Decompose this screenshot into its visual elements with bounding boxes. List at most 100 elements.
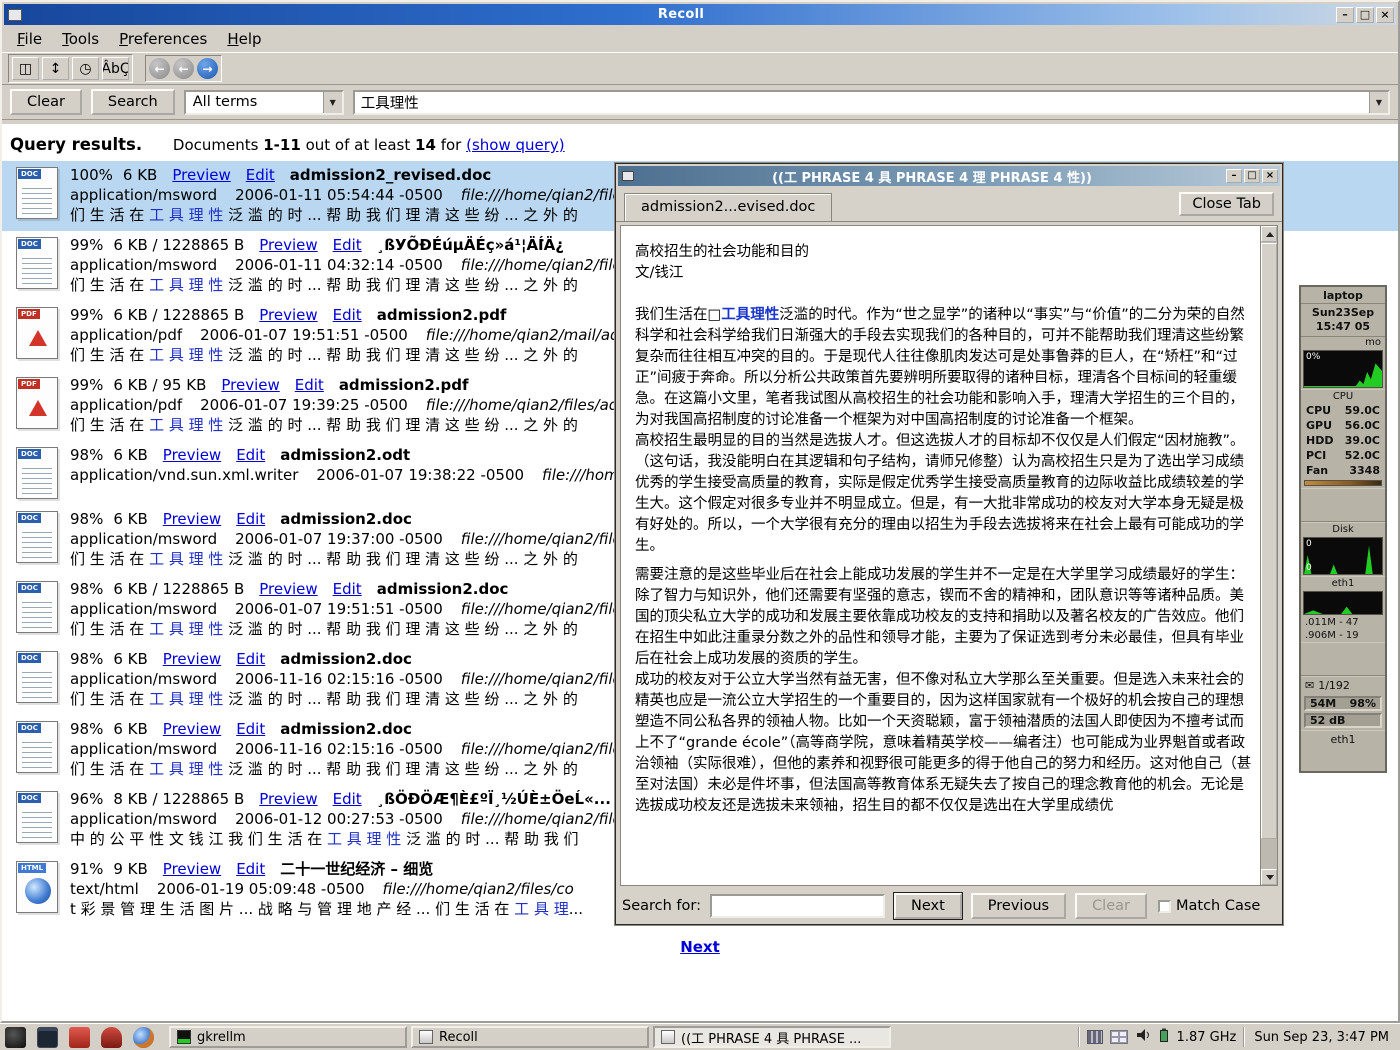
result-filename: admission2.doc [280,650,412,668]
edit-link[interactable]: Edit [236,650,265,668]
keyboard-applet-icon[interactable] [1087,1030,1103,1044]
snippet-highlight: 工 具 理 性 [149,620,223,638]
toolbar: ◫↕◷ÂbÇ ←←→ [2,52,1398,85]
edit-link[interactable]: Edit [333,236,362,254]
result-relevance: 99% [70,306,103,324]
toolbar-button[interactable]: ↕ [42,57,69,80]
toolbar-button[interactable]: ◷ [72,57,99,80]
chevron-down-icon[interactable]: ▼ [323,92,342,113]
launcher-icon[interactable] [5,1027,26,1048]
edit-link[interactable]: Edit [236,510,265,528]
preview-link[interactable]: Preview [163,510,221,528]
edit-link[interactable]: Edit [333,790,362,808]
minimize-icon[interactable]: – [1226,169,1242,183]
preview-link[interactable]: Preview [163,446,221,464]
volume-icon[interactable] [1135,1027,1151,1047]
clear-button[interactable]: Clear [10,89,82,115]
result-filename: admission2_revised.doc [290,166,492,184]
preview-document: 高校招生的社会功能和目的文/钱江我们生活在□工具理性泛滥的时代。作为“世之显学”… [620,225,1278,886]
preview-link[interactable]: Preview [259,236,317,254]
preview-link[interactable]: Preview [163,650,221,668]
launcher-icon[interactable] [69,1027,90,1048]
result-filename: admission2.odt [280,446,410,464]
window-menu-icon[interactable] [8,9,22,21]
scroll-down-icon[interactable] [1261,869,1277,885]
result-size: 6 KB [113,510,147,528]
search-mode-select[interactable]: All terms ▼ [184,90,344,115]
task-button[interactable]: Recoll [411,1026,649,1048]
search-input[interactable] [355,92,1369,113]
scrollbar-thumb[interactable] [1261,243,1277,839]
task-button[interactable]: ((工 PHRASE 4 具 PHRASE ... [653,1026,891,1048]
menu-item[interactable]: Preferences [110,27,216,51]
find-next-button[interactable]: Next [894,893,962,919]
show-query-link[interactable]: (show query) [466,136,565,154]
preview-link[interactable]: Preview [163,720,221,738]
file-type-icon [16,511,58,563]
preview-link[interactable]: Preview [163,860,221,878]
preview-titlebar[interactable]: ((工 PHRASE 4 具 PHRASE 4 理 PHRASE 4 性)) –… [618,166,1280,186]
preview-paragraph: 高校招生最明显的目的当然是选拔人才。但这选拔人才的目标却不仅仅是人们假定“因材施… [635,431,1252,557]
search-button[interactable]: Search [91,89,175,115]
result-size: 6 KB / 1228865 B [113,306,244,324]
result-mimetype: application/msword [70,186,217,204]
page-nav-icon[interactable]: ← [149,58,170,79]
page-nav-icon[interactable]: ← [173,58,194,79]
match-case-checkbox[interactable] [1158,900,1171,913]
launcher-icon[interactable] [133,1027,154,1048]
preview-text[interactable]: 高校招生的社会功能和目的文/钱江我们生活在□工具理性泛滥的时代。作为“世之显学”… [621,226,1260,885]
edit-link[interactable]: Edit [333,306,362,324]
match-case-label: Match Case [1176,898,1260,914]
pager-icon[interactable] [1110,1030,1128,1044]
edit-link[interactable]: Edit [333,580,362,598]
preview-tabbar: admission2...evised.doc Close Tab [616,188,1282,222]
edit-link[interactable]: Edit [236,446,265,464]
result-date: 2006-01-11 05:54:44 -0500 [235,186,443,204]
result-mimetype: application/msword [70,740,217,758]
scroll-up-icon[interactable] [1261,226,1277,242]
window-menu-icon[interactable] [622,171,634,181]
find-input[interactable] [710,894,885,918]
preview-link[interactable]: Preview [172,166,230,184]
toolbar-button[interactable]: ◫ [12,57,39,80]
result-size: 6 KB [113,446,147,464]
page-nav-icon[interactable]: → [197,58,218,79]
result-date: 2006-01-07 19:51:51 -0500 [235,600,443,618]
preview-link[interactable]: Preview [221,376,279,394]
edit-link[interactable]: Edit [295,376,324,394]
find-previous-button[interactable]: Previous [971,893,1066,919]
task-button[interactable]: gkrellm [169,1026,407,1048]
menu-item[interactable]: Help [218,27,270,51]
launcher-icon[interactable] [37,1027,58,1048]
preview-tab[interactable]: admission2...evised.doc [624,193,832,221]
close-icon[interactable]: × [1262,169,1278,183]
taskbar-clock[interactable]: Sun Sep 23, 3:47 PM [1252,1030,1395,1045]
close-icon[interactable]: × [1376,7,1394,23]
chevron-down-icon[interactable]: ▼ [1369,92,1388,113]
edit-link[interactable]: Edit [246,166,275,184]
maximize-icon[interactable]: □ [1356,7,1374,23]
maximize-icon[interactable]: □ [1244,169,1260,183]
next-page-link[interactable]: Next [680,938,720,956]
launcher-icon[interactable] [101,1027,122,1048]
file-type-icon [16,167,58,219]
menu-item[interactable]: Tools [53,27,108,51]
find-clear-button[interactable]: Clear [1075,893,1147,919]
toolbar-button[interactable]: ÂbÇ [102,57,129,80]
gkrellm-monitor[interactable]: laptop Sun23Sep 15:47 05 mo 0% CPU CPU59… [1299,285,1387,773]
preview-link[interactable]: Preview [259,580,317,598]
snippet-highlight: 工 具 理 性 [149,416,223,434]
toolbar-icon: ÂbÇ [102,61,129,77]
result-filename: admission2.pdf [339,376,469,394]
close-tab-button[interactable]: Close Tab [1179,192,1274,216]
menu-item[interactable]: File [8,27,51,51]
preview-link[interactable]: Preview [259,306,317,324]
titlebar[interactable]: Recoll – □ × [4,4,1396,25]
edit-link[interactable]: Edit [236,720,265,738]
preview-link[interactable]: Preview [259,790,317,808]
edit-link[interactable]: Edit [236,860,265,878]
minimize-icon[interactable]: – [1336,7,1354,23]
battery-icon[interactable] [1158,1027,1170,1047]
file-type-icon [16,791,58,843]
scrollbar[interactable] [1260,226,1277,885]
